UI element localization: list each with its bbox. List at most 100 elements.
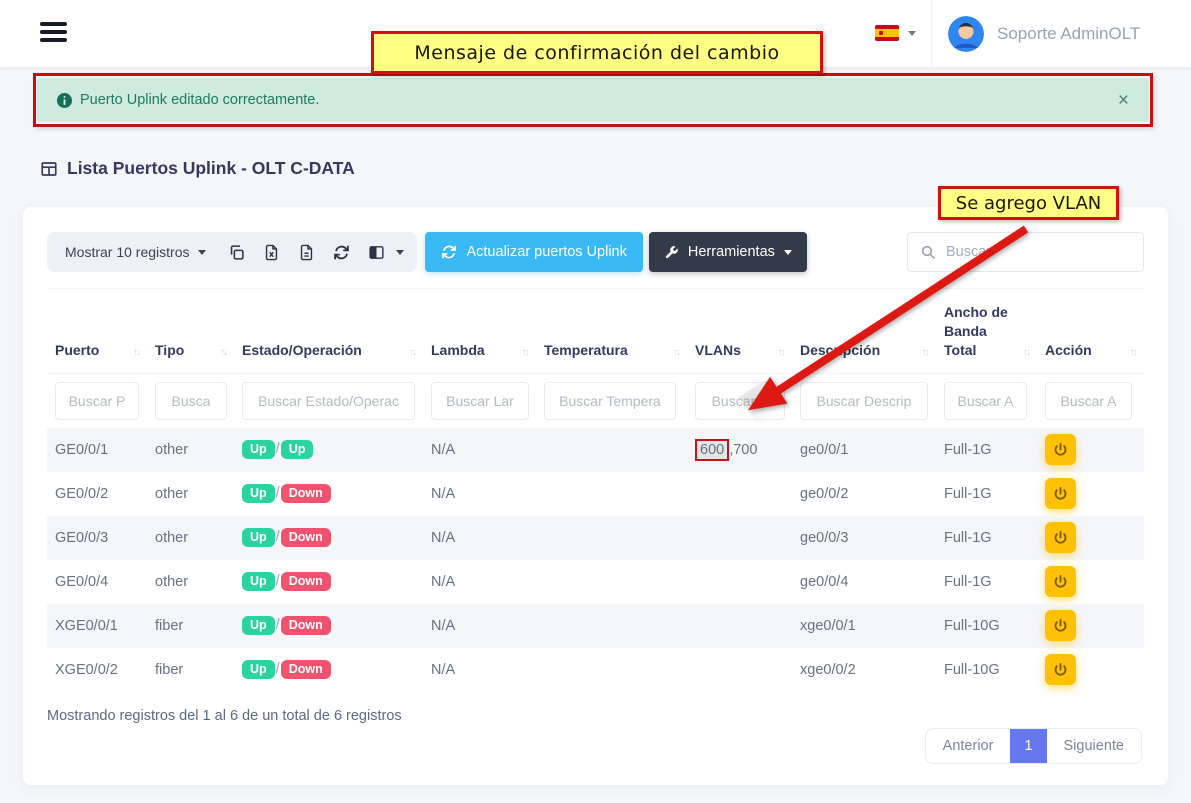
excel-export-icon[interactable] xyxy=(254,232,289,272)
column-label: Temperatura xyxy=(544,341,628,360)
filter-input-3[interactable] xyxy=(431,382,529,420)
cell-lambda: N/A xyxy=(423,428,536,472)
column-label: Descripción xyxy=(800,341,880,360)
filter-input-6[interactable] xyxy=(800,382,928,420)
update-uplink-ports-button[interactable]: Actualizar puertos Uplink xyxy=(425,232,642,272)
wrench-icon xyxy=(664,245,679,260)
column-header-8[interactable]: Acción ↑↓ xyxy=(1037,289,1144,374)
close-icon[interactable]: × xyxy=(1118,91,1129,110)
pagination-next[interactable]: Siguiente xyxy=(1047,729,1141,763)
toggle-port-button[interactable] xyxy=(1045,566,1076,597)
column-header-4[interactable]: Temperatura ↑↓ xyxy=(536,289,687,374)
user-name: Soporte AdminOLT xyxy=(997,24,1140,44)
sort-icon[interactable]: ↑↓ xyxy=(409,347,415,360)
estado-badge: Up xyxy=(242,440,275,460)
filter-cell xyxy=(687,373,792,428)
cell-vlans xyxy=(687,516,792,560)
table-row: XGE0/0/2fiberUp/DownN/Axge0/0/2Full-10G xyxy=(47,648,1144,692)
toggle-port-button[interactable] xyxy=(1045,654,1076,685)
table-toolbar: Mostrar 10 registros xyxy=(47,232,1144,272)
cell-temperatura xyxy=(536,604,687,648)
column-label: Acción xyxy=(1045,341,1092,360)
chevron-down-icon[interactable] xyxy=(396,250,404,255)
column-label: VLANs xyxy=(695,341,741,360)
estado-badge: Up xyxy=(242,484,275,504)
cell-ancho-banda: Full-1G xyxy=(936,516,1037,560)
sort-icon[interactable]: ↑↓ xyxy=(522,347,528,360)
cell-estado-operacion: Up/Down xyxy=(234,604,423,648)
cell-tipo: other xyxy=(147,472,234,516)
filter-cell xyxy=(147,373,234,428)
cell-puerto: GE0/0/3 xyxy=(47,516,147,560)
filter-input-0[interactable] xyxy=(55,382,139,420)
cell-ancho-banda: Full-1G xyxy=(936,560,1037,604)
column-header-6[interactable]: Descripción ↑↓ xyxy=(792,289,936,374)
annotation-vlan-added-label: Se agrego VLAN xyxy=(938,186,1119,220)
cell-estado-operacion: Up/Down xyxy=(234,648,423,692)
annotation-confirmation-label: Mensaje de confirmación del cambio xyxy=(371,31,823,74)
sort-icon[interactable]: ↑↓ xyxy=(922,347,928,360)
cell-lambda: N/A xyxy=(423,560,536,604)
language-dropdown[interactable] xyxy=(875,25,916,41)
sort-icon[interactable]: ↑↓ xyxy=(778,347,784,360)
column-label: Puerto xyxy=(55,341,99,360)
operacion-badge: Down xyxy=(281,572,331,592)
table-icon xyxy=(40,160,58,178)
table-row: GE0/0/3otherUp/DownN/Age0/0/3Full-1G xyxy=(47,516,1144,560)
table-filter-row xyxy=(47,373,1144,428)
sort-icon[interactable]: ↑↓ xyxy=(1023,347,1029,360)
filter-cell xyxy=(536,373,687,428)
info-icon xyxy=(57,93,72,108)
refresh-icon xyxy=(441,244,457,260)
sort-icon[interactable]: ↑↓ xyxy=(1130,347,1136,360)
user-menu[interactable]: Soporte AdminOLT xyxy=(931,0,1191,67)
filter-input-7[interactable] xyxy=(944,382,1027,420)
search-icon xyxy=(920,244,936,260)
column-header-0[interactable]: Puerto ↑↓ xyxy=(47,289,147,374)
cell-tipo: other xyxy=(147,560,234,604)
cell-vlans xyxy=(687,604,792,648)
column-header-3[interactable]: Lambda↑↓ xyxy=(423,289,536,374)
cell-puerto: XGE0/0/2 xyxy=(47,648,147,692)
copy-icon[interactable] xyxy=(219,232,254,272)
chevron-down-icon xyxy=(198,250,206,255)
pdf-export-icon[interactable] xyxy=(289,232,324,272)
filter-input-4[interactable] xyxy=(544,382,676,420)
cell-estado-operacion: Up/Up xyxy=(234,428,423,472)
show-records-dropdown[interactable]: Mostrar 10 registros xyxy=(52,244,219,260)
table-row: GE0/0/1otherUp/UpN/A600,700ge0/0/1Full-1… xyxy=(47,428,1144,472)
table-row: GE0/0/4otherUp/DownN/Age0/0/4Full-1G xyxy=(47,560,1144,604)
search-input[interactable] xyxy=(946,244,1131,260)
sort-icon[interactable]: ↑↓ xyxy=(133,347,139,360)
cell-temperatura xyxy=(536,428,687,472)
columns-visibility-icon[interactable] xyxy=(359,232,394,272)
records-summary: Mostrando registros del 1 al 6 de un tot… xyxy=(47,708,402,724)
estado-badge: Up xyxy=(242,660,275,680)
sort-icon[interactable]: ↑↓ xyxy=(673,347,679,360)
pagination-page-1[interactable]: 1 xyxy=(1010,729,1046,763)
menu-toggle-icon[interactable] xyxy=(40,22,67,46)
column-header-2[interactable]: Estado/Operación↑↓ xyxy=(234,289,423,374)
refresh-icon[interactable] xyxy=(324,232,359,272)
toggle-port-button[interactable] xyxy=(1045,522,1076,553)
badge-separator: / xyxy=(276,485,280,501)
tools-dropdown-button[interactable]: Herramientas xyxy=(649,232,807,272)
toggle-port-button[interactable] xyxy=(1045,434,1076,465)
operacion-badge: Down xyxy=(281,484,331,504)
column-header-7[interactable]: Ancho de Banda Total↑↓ xyxy=(936,289,1037,374)
filter-cell xyxy=(936,373,1037,428)
pagination-previous[interactable]: Anterior xyxy=(926,729,1011,763)
column-header-1[interactable]: Tipo↑↓ xyxy=(147,289,234,374)
badge-separator: / xyxy=(276,529,280,545)
page-title: Lista Puertos Uplink - OLT C-DATA xyxy=(67,158,355,179)
badge-separator: / xyxy=(276,661,280,677)
column-header-5[interactable]: VLANs ↑↓ xyxy=(687,289,792,374)
sort-icon[interactable]: ↑↓ xyxy=(220,347,226,360)
filter-input-1[interactable] xyxy=(155,382,227,420)
toggle-port-button[interactable] xyxy=(1045,610,1076,641)
filter-input-2[interactable] xyxy=(242,382,415,420)
cell-puerto: GE0/0/2 xyxy=(47,472,147,516)
toggle-port-button[interactable] xyxy=(1045,478,1076,509)
filter-input-5[interactable] xyxy=(695,382,785,420)
filter-input-8[interactable] xyxy=(1045,382,1132,420)
